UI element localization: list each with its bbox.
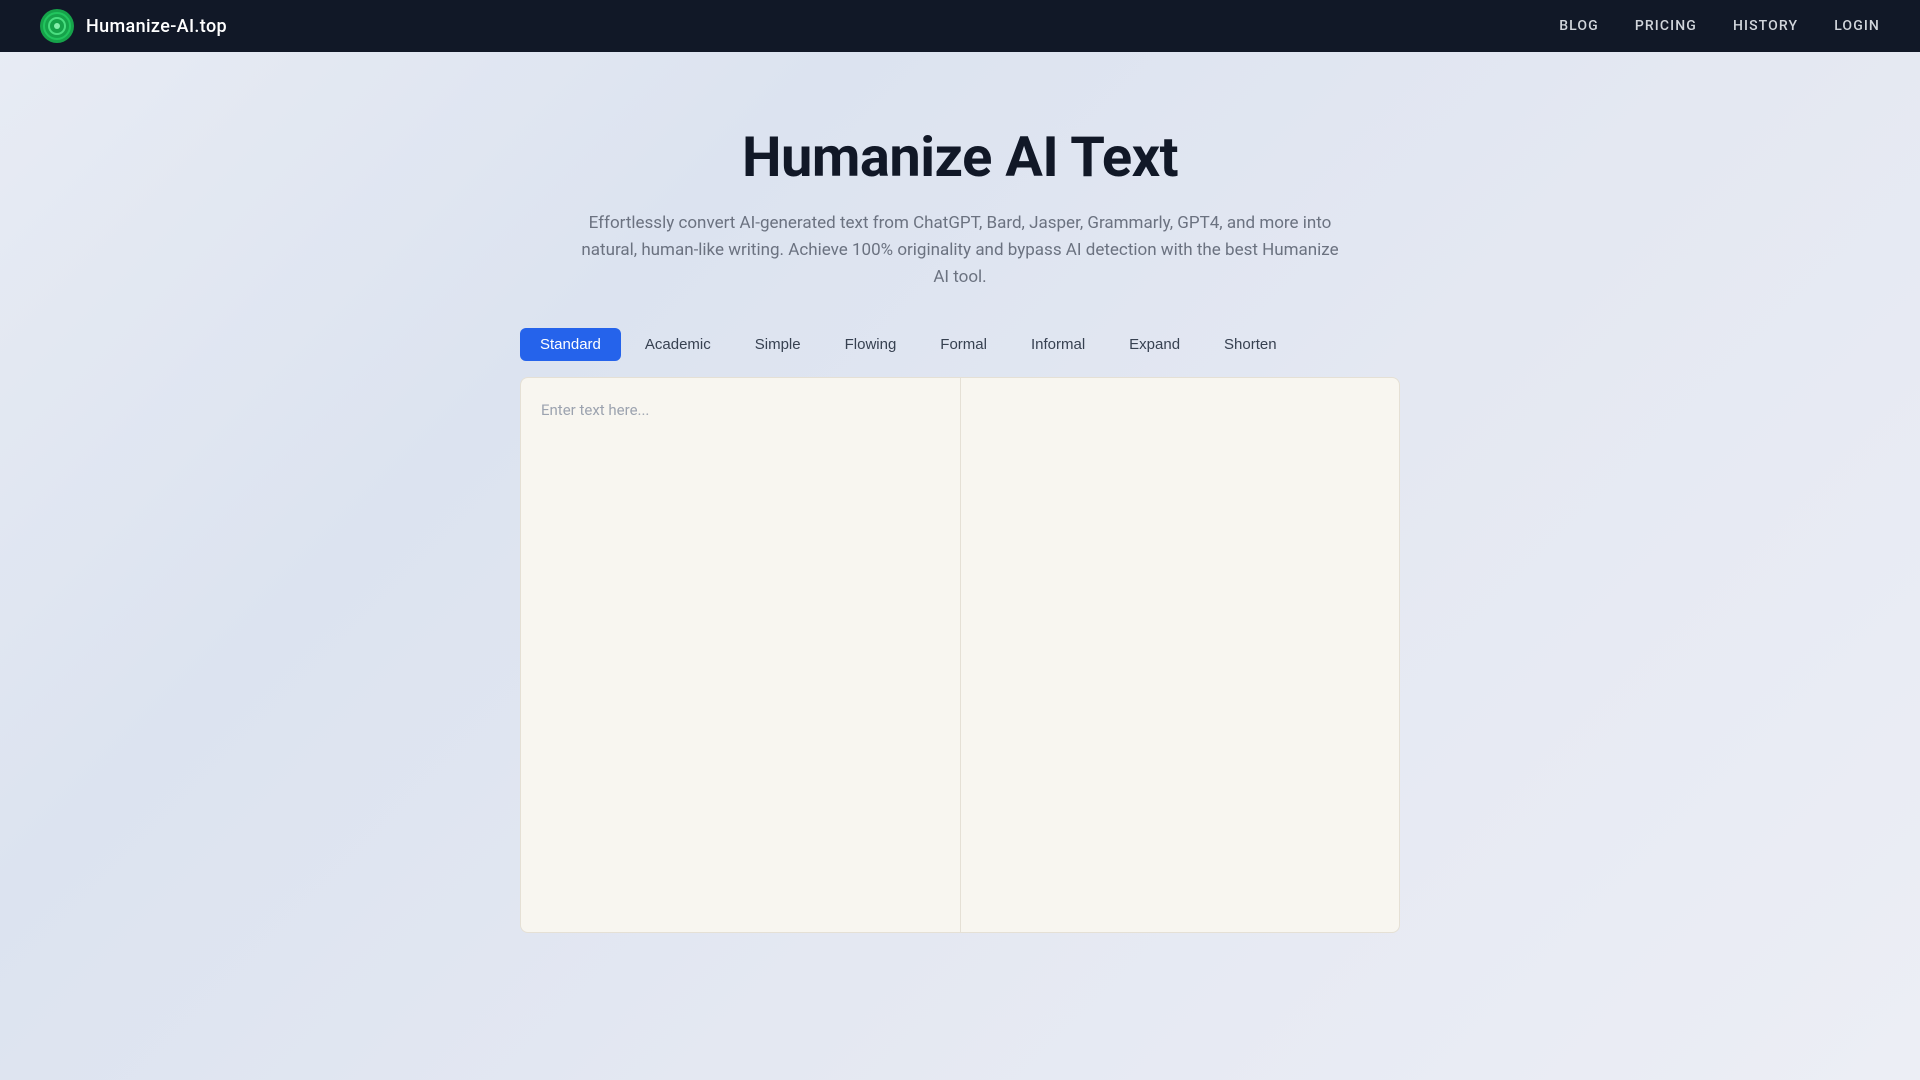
- input-textarea[interactable]: [541, 398, 940, 912]
- tab-informal[interactable]: Informal: [1011, 328, 1105, 361]
- tab-academic[interactable]: Academic: [625, 328, 731, 361]
- page-title: Humanize AI Text: [742, 124, 1178, 190]
- tab-expand[interactable]: Expand: [1109, 328, 1200, 361]
- tab-shorten[interactable]: Shorten: [1204, 328, 1297, 361]
- brand-name: Humanize-AI.top: [86, 16, 227, 37]
- tab-standard[interactable]: Standard: [520, 328, 621, 361]
- input-panel: [520, 377, 960, 933]
- brand: Humanize-AI.top: [40, 9, 227, 43]
- tab-flowing[interactable]: Flowing: [825, 328, 917, 361]
- nav-pricing[interactable]: PRICING: [1635, 18, 1697, 34]
- text-areas-container: [520, 377, 1400, 933]
- nav-history[interactable]: HISTORY: [1733, 18, 1798, 34]
- navbar: Humanize-AI.top BLOG PRICING HISTORY LOG…: [0, 0, 1920, 52]
- logo-icon: [40, 9, 74, 43]
- output-content: [981, 398, 1380, 908]
- main-content: Humanize AI Text Effortlessly convert AI…: [0, 52, 1920, 933]
- mode-tabs: Standard Academic Simple Flowing Formal …: [520, 328, 1400, 361]
- nav-links: BLOG PRICING HISTORY LOGIN: [1559, 18, 1880, 34]
- tab-simple[interactable]: Simple: [735, 328, 821, 361]
- tab-formal[interactable]: Formal: [920, 328, 1007, 361]
- page-subtitle: Effortlessly convert AI-generated text f…: [580, 210, 1340, 292]
- nav-blog[interactable]: BLOG: [1559, 18, 1599, 34]
- output-panel: [960, 377, 1401, 933]
- nav-login[interactable]: LOGIN: [1834, 18, 1880, 34]
